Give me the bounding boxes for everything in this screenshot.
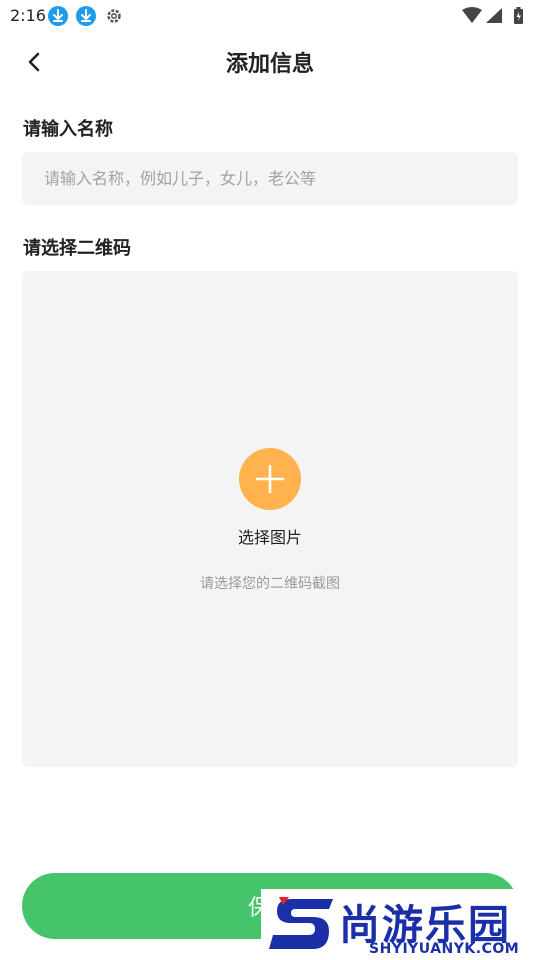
upload-hint: 请选择您的二维码截图 xyxy=(200,576,340,592)
gear-icon xyxy=(104,6,124,26)
battery-icon xyxy=(514,7,523,24)
watermark: 尚游乐园 SHYIYUANYK.COM xyxy=(261,889,540,960)
app-header: 添加信息 xyxy=(0,34,540,90)
page-title: 添加信息 xyxy=(225,52,314,77)
qr-upload-area[interactable]: 选择图片 请选择您的二维码截图 xyxy=(22,271,518,767)
plus-icon xyxy=(255,464,285,494)
download-icon xyxy=(76,6,96,26)
download-icon xyxy=(48,6,68,26)
status-time: 2:16 xyxy=(10,6,46,25)
qr-label: 请选择二维码 xyxy=(23,238,131,259)
status-right-icons xyxy=(460,6,530,26)
add-image-button[interactable] xyxy=(239,448,301,510)
signal-icon xyxy=(486,8,502,23)
watermark-logo-icon xyxy=(269,897,333,949)
name-input[interactable] xyxy=(22,152,518,205)
status-bar: 2:16 xyxy=(0,0,540,32)
select-image-label: 选择图片 xyxy=(237,528,302,547)
wifi-icon xyxy=(462,7,482,23)
watermark-domain: SHYIYUANYK.COM xyxy=(369,941,520,957)
name-label: 请输入名称 xyxy=(23,119,113,140)
